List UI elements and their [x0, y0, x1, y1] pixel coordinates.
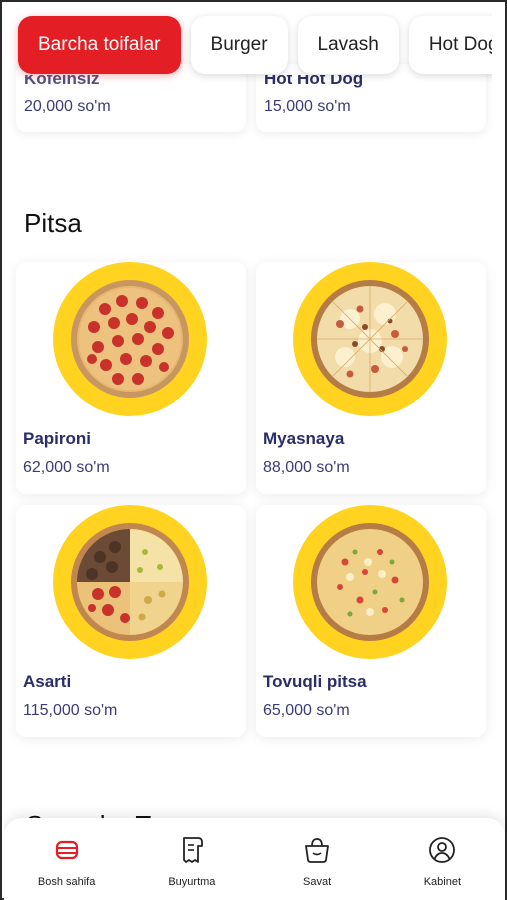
- product-card-top-left[interactable]: Kofeinsiz 20,000 so'm: [16, 64, 246, 132]
- meat-pizza-image: [311, 280, 429, 398]
- product-card-myasnaya[interactable]: Myasnaya 88,000 so'm: [256, 262, 486, 494]
- pizza-plate: [53, 505, 207, 659]
- basket-icon: [305, 838, 330, 863]
- nav-label: Savat: [303, 876, 332, 888]
- chip-all-categories[interactable]: Barcha toifalar: [18, 16, 181, 74]
- nav-home[interactable]: Bosh sahifa: [4, 818, 129, 900]
- pizza-plate: [53, 262, 207, 416]
- product-price: 62,000 so'm: [23, 459, 110, 476]
- product-name: Asarti: [23, 672, 72, 691]
- nav-label: Kabinet: [423, 876, 462, 888]
- product-name: Myasnaya: [263, 429, 345, 448]
- product-price: 65,000 so'm: [263, 702, 350, 719]
- chicken-pizza-image: [311, 523, 429, 641]
- product-name: Papironi: [23, 429, 92, 448]
- app-viewport: Barcha toifalar Burger Lavash Hot Dog Ko…: [4, 4, 505, 900]
- product-price: 15,000 so'm: [264, 98, 351, 115]
- product-card-papironi[interactable]: Papironi 62,000 so'm: [16, 262, 246, 494]
- chip-scroll-mask: [492, 4, 505, 84]
- product-price: 115,000 so'm: [23, 702, 118, 719]
- pizza-plate: [293, 505, 447, 659]
- assorti-pizza-image: [71, 523, 189, 641]
- receipt-icon: [182, 837, 203, 863]
- nav-orders[interactable]: Buyurtma: [129, 818, 254, 900]
- product-card-top-right[interactable]: Hot Hot Dog 15,000 so'm: [256, 64, 486, 132]
- nav-label: Buyurtma: [168, 876, 216, 888]
- product-price: 20,000 so'm: [24, 98, 111, 115]
- bottom-navigation: Bosh sahifa Buyurtma Savat Kabinet: [4, 818, 505, 900]
- category-chips: Barcha toifalar Burger Lavash Hot Dog: [18, 16, 505, 74]
- product-card-asarti[interactable]: Asarti 115,000 so'm: [16, 505, 246, 737]
- home-icon: [55, 840, 78, 860]
- product-card-tovuqli-pitsa[interactable]: Tovuqli pitsa 65,000 so'm: [256, 505, 486, 737]
- user-icon: [429, 837, 456, 863]
- pizza-plate: [293, 262, 447, 416]
- chip-burger[interactable]: Burger: [190, 16, 288, 74]
- section-title: Pitsa: [24, 208, 82, 238]
- product-price: 88,000 so'm: [263, 459, 350, 476]
- chip-lavash[interactable]: Lavash: [297, 16, 399, 74]
- product-name: Tovuqli pitsa: [263, 672, 367, 691]
- nav-label: Bosh sahifa: [37, 876, 96, 888]
- chip-hot-dog[interactable]: Hot Dog: [408, 16, 505, 74]
- nav-profile[interactable]: Kabinet: [380, 818, 505, 900]
- nav-cart[interactable]: Savat: [255, 818, 380, 900]
- pepperoni-pizza-image: [71, 280, 189, 398]
